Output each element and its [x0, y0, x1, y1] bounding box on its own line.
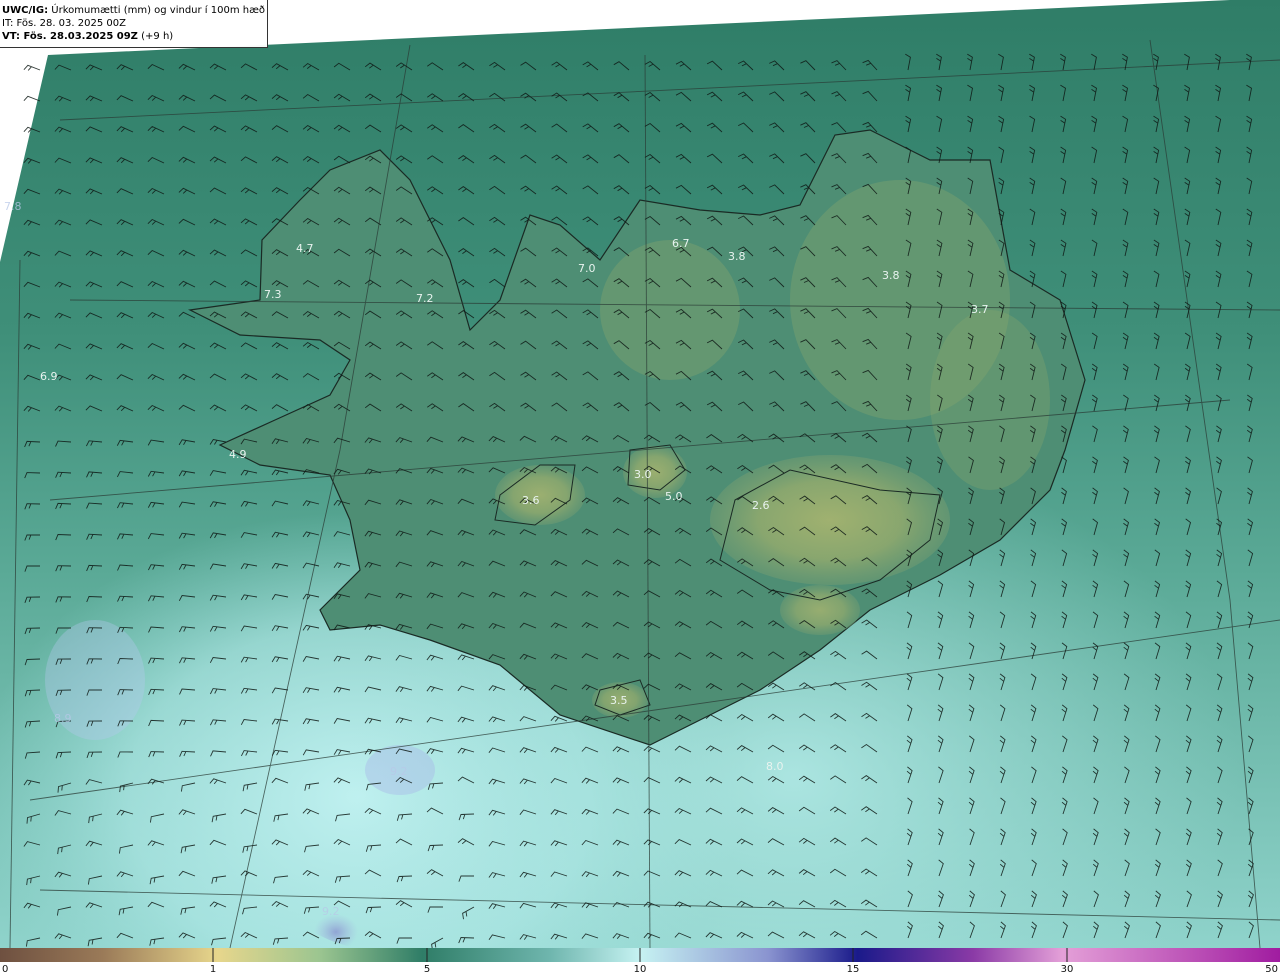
map-value-label: 5.0 — [665, 490, 683, 503]
map-value-label: 3.8 — [728, 250, 746, 263]
colorbar-tick: 15 — [846, 964, 860, 975]
colorbar-tick: 30 — [1060, 964, 1074, 975]
map-value-label: 8.0 — [766, 760, 784, 773]
map-value-label: 7.0 — [578, 262, 596, 275]
colorbar-tick: 50 — [1265, 964, 1278, 975]
colorbar — [0, 948, 1280, 962]
colorbar-tick: 5 — [423, 964, 431, 975]
colorbar-tick: 10 — [633, 964, 647, 975]
map-value-label: 3.0 — [634, 468, 652, 481]
map-value-label: 8.9 — [54, 712, 72, 725]
colorbar-tick: 1 — [209, 964, 217, 975]
valid-offset: (+9 h) — [141, 31, 174, 42]
map-value-label: 3.7 — [971, 303, 989, 316]
model-label: UWC/IG: — [2, 5, 49, 16]
map-value-label: 9.2 — [390, 765, 408, 778]
map-value-label: 7.2 — [416, 292, 434, 305]
map-header: UWC/IG: Úrkomumætti (mm) og vindur í 100… — [0, 0, 268, 48]
map-value-label: 6.9 — [40, 370, 58, 383]
colorbar-labels: 0 1 5 10 15 30 50 — [0, 962, 1280, 978]
map-value-label: 6.7 — [672, 237, 690, 250]
issue-time: IT: Fös. 28. 03. 2025 00Z — [2, 18, 126, 29]
map-value-label: 4.9 — [229, 448, 247, 461]
colorbar-tick: 0 — [2, 964, 9, 975]
map-value-label: 9.2 — [322, 905, 340, 918]
map-value-label: 4.7 — [296, 242, 314, 255]
map-title: Úrkomumætti (mm) og vindur í 100m hæð — [51, 5, 266, 16]
map-value-label: 2.6 — [752, 499, 770, 512]
map-value-label: 3.8 — [882, 269, 900, 282]
precipitable-water-map: 4.7 7.3 7.2 7.0 6.7 3.8 3.8 3.7 6.9 4.9 3.6 3.0 5.0 2… — [0, 0, 1280, 948]
valid-time: VT: Fös. 28.03.2025 09Z — [2, 31, 138, 42]
map-value-label: 7.3 — [264, 288, 282, 301]
map-value-label: 7.8 — [4, 200, 22, 213]
map-value-label: 3.6 — [522, 494, 540, 507]
map-value-label: 3.5 — [610, 694, 628, 707]
